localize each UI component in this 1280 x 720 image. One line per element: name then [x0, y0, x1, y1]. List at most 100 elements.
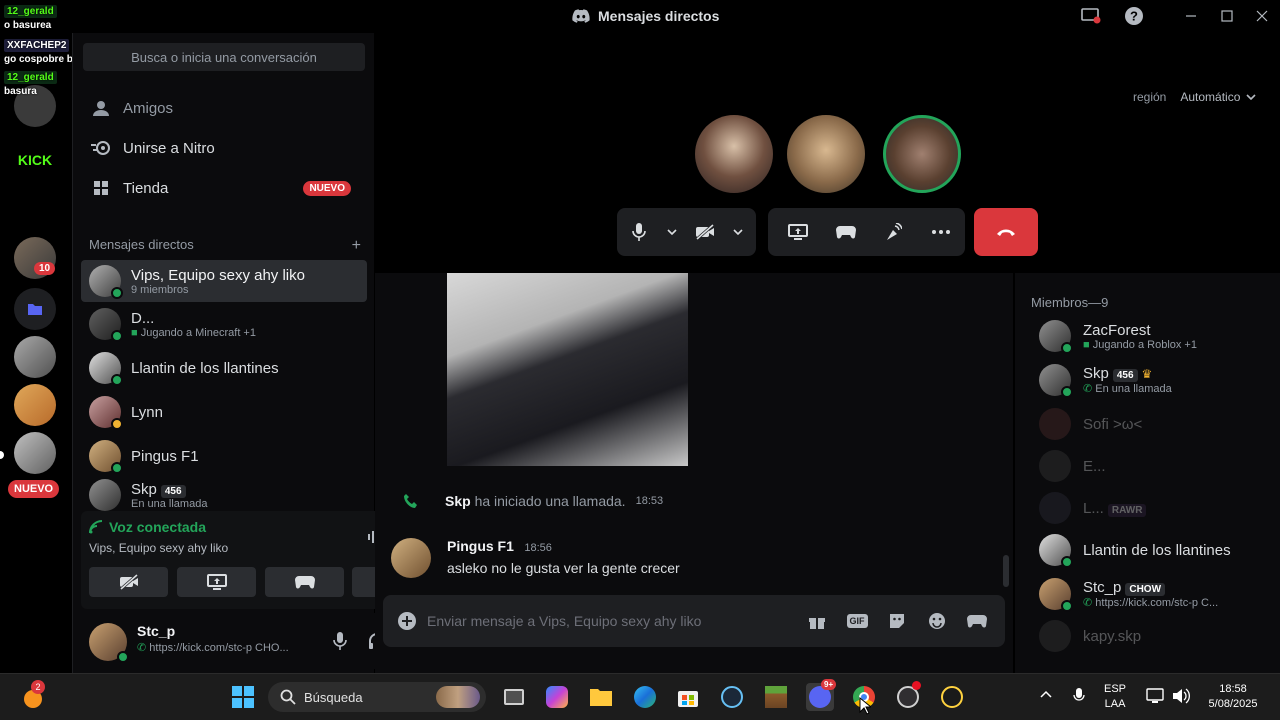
dm-name: Vips, Equipo sexy ahy liko: [131, 266, 305, 284]
member-name: L... RAWR: [1083, 500, 1147, 517]
clock-time: 18:58: [1219, 683, 1247, 695]
region-selector[interactable]: región Automático: [1133, 90, 1256, 104]
member-item[interactable]: Llantin de los llantines: [1023, 529, 1263, 571]
kick-server-icon[interactable]: KICK: [14, 139, 56, 181]
nav-friends[interactable]: Amigos: [81, 89, 367, 127]
member-item[interactable]: Skp 456 ♛ ✆ En una llamada: [1023, 359, 1263, 401]
dm-item[interactable]: D... ■ Jugando a Minecraft +1: [81, 303, 367, 345]
nav-label: Amigos: [123, 99, 174, 117]
activities-button[interactable]: [265, 567, 344, 597]
call-participant-avatar-speaking[interactable]: [883, 115, 961, 193]
network-icon[interactable]: [1146, 688, 1164, 709]
emoji-icon[interactable]: [917, 612, 957, 630]
dm-item[interactable]: Skp 456 En una llamada: [81, 479, 367, 511]
app-icon-yellow[interactable]: [938, 683, 966, 711]
help-icon[interactable]: ?: [1122, 6, 1146, 26]
attach-button[interactable]: [387, 611, 427, 631]
idle-status: [111, 418, 123, 430]
overlay-message: 12_gerald o basurea: [4, 3, 96, 31]
activities-button[interactable]: [822, 208, 870, 256]
volume-icon[interactable]: [1172, 688, 1190, 709]
add-dm-button[interactable]: +: [352, 237, 361, 255]
close-icon[interactable]: [1250, 6, 1274, 26]
inbox-icon[interactable]: [1079, 6, 1103, 26]
copilot-icon[interactable]: [543, 683, 571, 711]
dm-item[interactable]: Lynn: [81, 391, 367, 433]
apps-gamepad-icon[interactable]: [957, 614, 997, 628]
mic-options-button[interactable]: [661, 208, 683, 256]
voice-status: Voz conectada: [89, 519, 206, 535]
store-icon[interactable]: [674, 683, 702, 711]
start-button[interactable]: [229, 683, 257, 711]
member-name: kapy.skp: [1083, 627, 1142, 645]
gift-icon[interactable]: [797, 612, 837, 630]
camera-button[interactable]: [683, 208, 727, 256]
dm-sub: En una llamada: [131, 497, 208, 510]
member-name-text: Stc_p: [1083, 579, 1122, 596]
steam-icon[interactable]: [718, 683, 746, 711]
member-item-offline[interactable]: L... RAWR: [1023, 487, 1263, 529]
members-header: Miembros—9: [1031, 295, 1109, 310]
camera-off-button[interactable]: [89, 567, 168, 597]
member-item[interactable]: ZacForest ■ Jugando a Roblox +1: [1023, 315, 1263, 357]
task-view-icon[interactable]: [500, 683, 528, 711]
minecraft-icon[interactable]: [762, 683, 790, 711]
member-item-offline[interactable]: E...: [1023, 445, 1263, 487]
game-icon: ■: [131, 326, 141, 339]
server-icon-cat-2[interactable]: [14, 432, 56, 474]
screen-share-button[interactable]: [774, 208, 822, 256]
image-attachment[interactable]: [447, 273, 688, 466]
mic-icon[interactable]: [333, 632, 347, 655]
sticker-icon[interactable]: [877, 612, 917, 630]
tray-mic-icon[interactable]: [1073, 688, 1085, 709]
discord-taskbar-icon[interactable]: 9+: [806, 679, 837, 711]
language-indicator[interactable]: ESP LAA: [1104, 682, 1126, 712]
member-item-offline[interactable]: kapy.skp: [1023, 615, 1263, 657]
system-author[interactable]: Skp: [445, 493, 471, 509]
scrollbar[interactable]: [1003, 555, 1009, 587]
gamepad-icon: [835, 226, 856, 239]
call-participant-avatar[interactable]: [787, 115, 865, 193]
dm-item[interactable]: Vips, Equipo sexy ahy liko 9 miembros: [81, 260, 367, 302]
nav-nitro[interactable]: Unirse a Nitro: [81, 129, 367, 167]
member-activity-text: Jugando a Roblox +1: [1092, 338, 1197, 351]
more-icon: [932, 230, 951, 234]
member-activity: ✆ https://kick.com/stc-p C...: [1083, 596, 1218, 609]
call-participant-avatar[interactable]: [695, 115, 773, 193]
member-item-offline[interactable]: Sofi >ω<: [1023, 403, 1263, 445]
server-icon-dog[interactable]: [14, 384, 56, 426]
discord-badge: 9+: [821, 679, 837, 690]
user-avatar[interactable]: [89, 623, 129, 663]
edge-icon[interactable]: [631, 683, 659, 711]
soundboard-button[interactable]: [870, 208, 918, 256]
mic-video-controls: [617, 208, 756, 256]
taskbar-search[interactable]: Búsqueda: [268, 682, 486, 712]
friends-icon: [91, 98, 111, 118]
message-avatar[interactable]: [391, 538, 431, 578]
gif-button[interactable]: GIF: [837, 614, 877, 628]
weather-widget[interactable]: 2: [19, 680, 47, 711]
message-author[interactable]: Pingus F1: [447, 538, 514, 554]
obs-icon[interactable]: [894, 681, 922, 711]
file-explorer-icon[interactable]: [587, 683, 615, 711]
message-input[interactable]: Enviar mensaje a Vips, Equipo sexy ahy l…: [427, 613, 797, 629]
screen-share-button[interactable]: [177, 567, 256, 597]
mic-button[interactable]: [617, 208, 661, 256]
dm-item[interactable]: Llantin de los llantines: [81, 347, 367, 389]
show-hidden-icons[interactable]: [1040, 688, 1052, 703]
mention-badge: 10: [34, 262, 56, 275]
more-options-button[interactable]: [917, 208, 965, 256]
minimize-icon[interactable]: [1179, 6, 1203, 26]
dm-item[interactable]: Pingus F1: [81, 435, 367, 477]
maximize-icon[interactable]: [1215, 6, 1239, 26]
nav-shop[interactable]: Tienda NUEVO: [81, 169, 367, 207]
hang-up-button[interactable]: [974, 208, 1038, 256]
search-input[interactable]: Busca o inicia una conversación: [83, 43, 365, 71]
voice-channel[interactable]: Vips, Equipo sexy ahy liko: [89, 541, 228, 555]
camera-options-button[interactable]: [727, 208, 749, 256]
weather-badge: 2: [31, 680, 45, 694]
member-item[interactable]: Stc_p CHOW ✆ https://kick.com/stc-p C...: [1023, 573, 1263, 615]
folder-icon[interactable]: [14, 288, 56, 330]
clock[interactable]: 18:58 5/08/2025: [1200, 682, 1266, 712]
server-icon-cat[interactable]: [14, 336, 56, 378]
